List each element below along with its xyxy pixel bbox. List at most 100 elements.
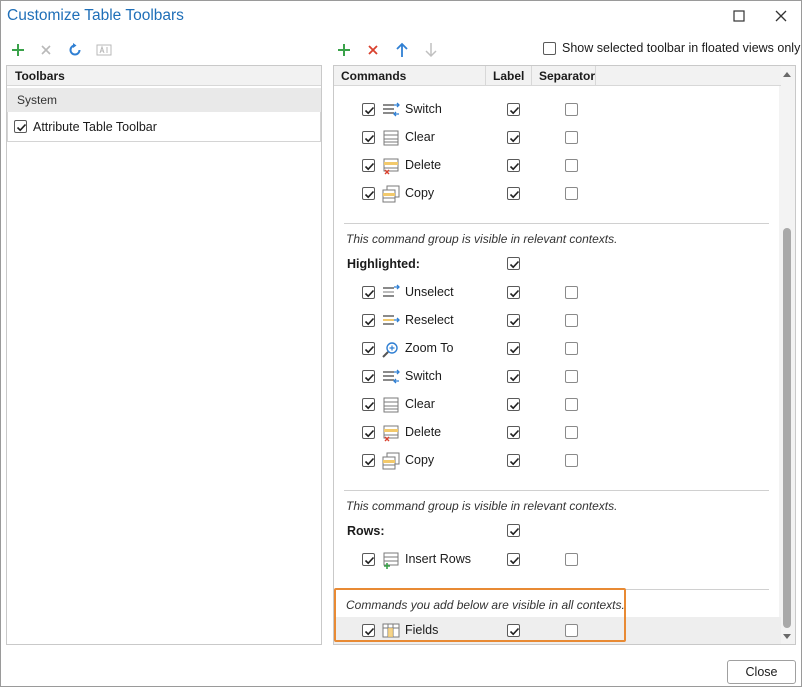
command-row[interactable]: Zoom To — [334, 335, 781, 363]
show-label-checkbox[interactable] — [507, 553, 520, 566]
checkmark-icon — [509, 401, 520, 410]
delete-toolbar-button[interactable] — [36, 40, 56, 60]
toolbar-item-attribute-table[interactable]: Attribute Table Toolbar — [7, 112, 321, 142]
customize-toolbars-dialog: Customize Table Toolbars Show selected t… — [0, 0, 802, 687]
command-row[interactable]: Copy — [334, 447, 781, 475]
separator-checkbox[interactable] — [565, 426, 578, 439]
checkmark-icon — [509, 556, 520, 565]
show-label-checkbox[interactable] — [507, 342, 520, 355]
maximize-button[interactable] — [719, 1, 759, 31]
command-visible-checkbox[interactable] — [362, 131, 375, 144]
reset-toolbar-button[interactable] — [65, 40, 85, 60]
column-commands: Commands — [334, 66, 486, 86]
checkmark-icon — [509, 162, 520, 171]
show-label-checkbox[interactable] — [507, 187, 520, 200]
command-row[interactable]: Clear — [334, 124, 781, 152]
clear-icon — [382, 396, 400, 414]
add-toolbar-button[interactable] — [8, 40, 28, 60]
show-label-checkbox[interactable] — [507, 103, 520, 116]
column-label: Label — [486, 66, 532, 86]
add-command-button[interactable] — [334, 40, 354, 60]
toolbars-list: Toolbars System Attribute Table Toolbar — [6, 65, 322, 645]
command-row[interactable]: Unselect — [334, 279, 781, 307]
show-label-checkbox[interactable] — [507, 159, 520, 172]
show-label-checkbox[interactable] — [507, 426, 520, 439]
checkmark-icon — [509, 373, 520, 382]
command-label: Clear — [405, 130, 435, 144]
separator-checkbox[interactable] — [565, 553, 578, 566]
command-row[interactable]: Copy — [334, 180, 781, 208]
command-visible-checkbox[interactable] — [362, 342, 375, 355]
command-visible-checkbox[interactable] — [362, 426, 375, 439]
toolbar-checkbox[interactable] — [14, 120, 27, 133]
checkmark-icon — [509, 289, 520, 298]
show-label-checkbox[interactable] — [507, 370, 520, 383]
command-row[interactable]: Reselect — [334, 307, 781, 335]
show-label-checkbox[interactable] — [507, 398, 520, 411]
separator-checkbox[interactable] — [565, 187, 578, 200]
scroll-down-arrow[interactable] — [782, 631, 792, 641]
move-down-button[interactable] — [421, 40, 441, 60]
group-label-checkbox[interactable] — [507, 257, 520, 270]
show-label-checkbox[interactable] — [507, 314, 520, 327]
command-visible-checkbox[interactable] — [362, 624, 375, 637]
command-row[interactable]: Clear — [334, 391, 781, 419]
command-row[interactable]: Delete — [334, 152, 781, 180]
reset-icon — [69, 43, 81, 56]
separator-checkbox[interactable] — [565, 454, 578, 467]
checkmark-icon — [364, 289, 375, 298]
separator-checkbox[interactable] — [565, 624, 578, 637]
move-down-icon — [425, 43, 437, 58]
show-selected-checkbox[interactable] — [543, 41, 556, 55]
remove-command-button[interactable] — [363, 40, 383, 60]
command-visible-checkbox[interactable] — [362, 286, 375, 299]
group-divider — [344, 490, 769, 491]
command-row[interactable]: Delete — [334, 419, 781, 447]
separator-checkbox[interactable] — [565, 370, 578, 383]
checkmark-icon — [509, 317, 520, 326]
command-visible-checkbox[interactable] — [362, 103, 375, 116]
command-row[interactable]: Insert Rows — [334, 546, 781, 574]
separator-checkbox[interactable] — [565, 286, 578, 299]
separator-checkbox[interactable] — [565, 131, 578, 144]
command-visible-checkbox[interactable] — [362, 553, 375, 566]
close-window-button[interactable] — [761, 1, 801, 31]
separator-checkbox[interactable] — [565, 398, 578, 411]
checkmark-icon — [364, 317, 375, 326]
scroll-up-arrow[interactable] — [782, 69, 792, 79]
show-label-checkbox[interactable] — [507, 454, 520, 467]
zoom-to-icon — [382, 340, 400, 358]
chevron-down-icon — [783, 633, 791, 639]
show-label-checkbox[interactable] — [507, 624, 520, 637]
separator-checkbox[interactable] — [565, 314, 578, 327]
command-visible-checkbox[interactable] — [362, 314, 375, 327]
separator-checkbox[interactable] — [565, 342, 578, 355]
rename-toolbar-button[interactable] — [94, 40, 114, 60]
scrollbar-thumb[interactable] — [783, 228, 791, 628]
checkmark-icon — [509, 345, 520, 354]
command-row[interactable]: Fields — [334, 617, 781, 644]
group-label-checkbox[interactable] — [507, 524, 520, 537]
close-button[interactable]: Close — [727, 660, 796, 684]
show-label-checkbox[interactable] — [507, 131, 520, 144]
show-label-checkbox[interactable] — [507, 286, 520, 299]
checkmark-icon — [364, 401, 375, 410]
checkmark-icon — [509, 429, 520, 438]
group-title: Rows: — [347, 524, 385, 538]
command-visible-checkbox[interactable] — [362, 187, 375, 200]
command-visible-checkbox[interactable] — [362, 398, 375, 411]
reselect-icon — [382, 312, 400, 330]
column-separator: Separator — [532, 66, 596, 86]
command-row[interactable]: Switch — [334, 363, 781, 391]
copy-icon — [382, 185, 400, 203]
show-selected-option[interactable]: Show selected toolbar in floated views o… — [543, 41, 800, 55]
checkmark-icon — [509, 457, 520, 466]
move-up-button[interactable] — [392, 40, 412, 60]
command-row[interactable]: Switch — [334, 96, 781, 124]
command-visible-checkbox[interactable] — [362, 454, 375, 467]
vertical-scrollbar[interactable] — [779, 66, 795, 644]
command-visible-checkbox[interactable] — [362, 370, 375, 383]
separator-checkbox[interactable] — [565, 103, 578, 116]
separator-checkbox[interactable] — [565, 159, 578, 172]
command-visible-checkbox[interactable] — [362, 159, 375, 172]
